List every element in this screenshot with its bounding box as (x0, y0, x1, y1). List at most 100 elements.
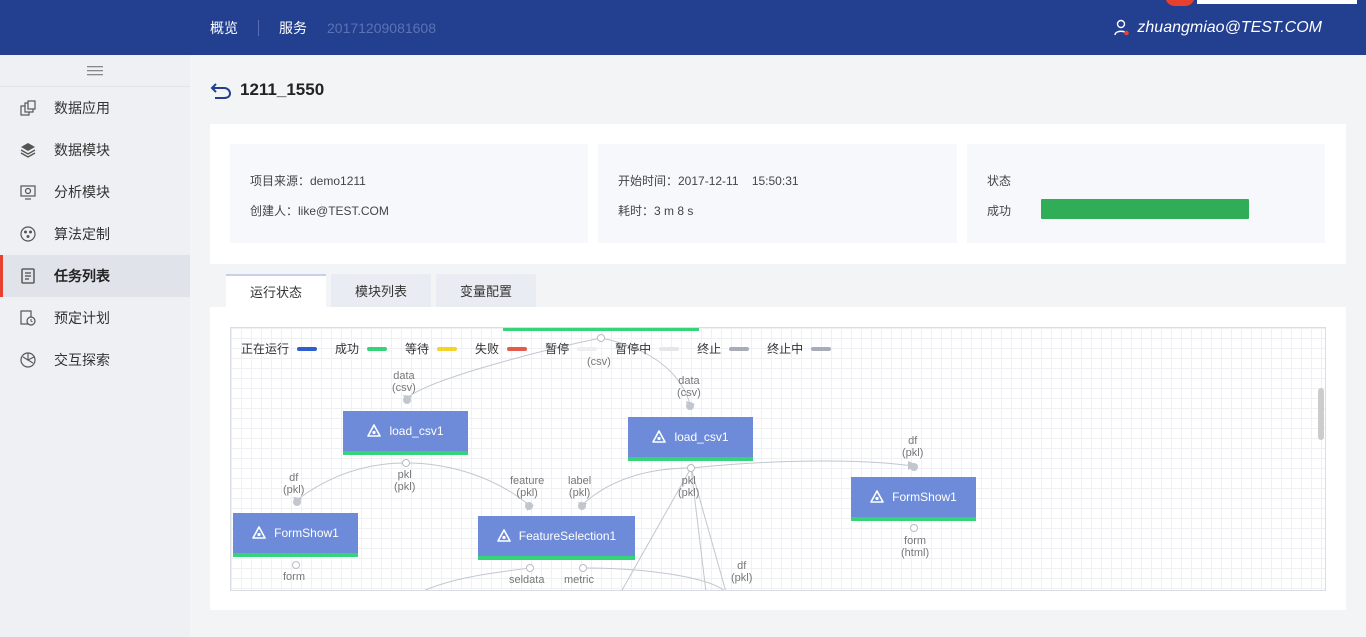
port-label: df (pkl) (283, 472, 305, 496)
task-info-panel: 项目来源：demo1211 创建人：like@TEST.COM 开始时间：201… (210, 124, 1346, 264)
port-csv-top: (csv) (587, 356, 611, 368)
legend-item-paused: 暂停 (545, 340, 598, 357)
tab-variable-config[interactable]: 变量配置 (436, 274, 537, 307)
edge-load1-to-formshow (296, 462, 407, 501)
nav-overview[interactable]: 概览 (210, 18, 238, 38)
port-label: data (csv) (677, 375, 701, 399)
module-icon (367, 424, 382, 437)
module-icon (252, 526, 266, 539)
sidebar-item-label: 数据模块 (54, 142, 110, 158)
breadcrumb-service-id[interactable]: 20171209081608 (327, 20, 436, 36)
legend-swatch (507, 346, 528, 351)
sidebar-item-explore[interactable]: 交互探索 (0, 339, 190, 381)
top-bar: 概览 服务 20171209081608 zhuangmiao@TEST.COM (0, 0, 1366, 55)
node-label: FormShow1 (892, 490, 957, 504)
workflow-canvas[interactable]: 正在运行 成功 等待 失败 暂停 暂停中 终止 终止中 (csv) data (c… (230, 327, 1326, 591)
legend-item-stopped: 终止 (697, 340, 750, 357)
palette-icon (20, 226, 36, 242)
user-menu[interactable]: zhuangmiao@TEST.COM (1113, 0, 1322, 55)
module-icon (870, 490, 884, 503)
legend-item-failed: 失败 (475, 340, 528, 357)
sidebar-item-schedule[interactable]: 预定计划 (0, 297, 190, 339)
workflow-node-feature-selection[interactable]: FeatureSelection1 (478, 516, 635, 560)
port-label: form (283, 571, 305, 583)
node-label: load_csv1 (389, 424, 444, 438)
legend-swatch (729, 346, 750, 351)
page-title: 1211_1550 (240, 80, 325, 99)
workflow-node-load-csv[interactable]: load_csv1 (628, 417, 753, 461)
sidebar-item-algorithm[interactable]: 算法定制 (0, 213, 190, 255)
port-label: pkl (pkl) (678, 475, 700, 499)
port-label: seldata (509, 574, 545, 586)
sidebar-item-label: 预定计划 (54, 310, 110, 326)
sidebar-item-data-module[interactable]: 数据模块 (0, 129, 190, 171)
hamburger-icon (87, 65, 103, 75)
data-app-icon (20, 100, 36, 116)
top-nav: 概览 服务 20171209081608 (210, 0, 436, 55)
page-header: 1211_1550 (210, 78, 324, 102)
user-email: zhuangmiao@TEST.COM (1137, 18, 1322, 36)
time-info-card: 开始时间：2017-12-11 15:50:31 耗时：3 m 8 s (598, 144, 957, 243)
status-label: 状态 (987, 174, 1012, 188)
tab-content: 正在运行 成功 等待 失败 暂停 暂停中 终止 终止中 (csv) data (c… (210, 307, 1346, 610)
schedule-icon (20, 310, 36, 326)
module-icon (652, 430, 667, 443)
sidebar: 数据应用 数据模块 分析模块 算法定制 任务列表 预定计划 交互探索 (0, 55, 190, 637)
task-list-icon (21, 268, 35, 284)
nav-divider (258, 19, 259, 36)
status-card: 状态 成功 (967, 144, 1325, 243)
tab-module-list[interactable]: 模块列表 (331, 274, 432, 307)
canvas-scrollbar[interactable] (1318, 388, 1324, 440)
port-label: feature (pkl) (510, 475, 545, 499)
sidebar-item-data-app[interactable]: 数据应用 (0, 87, 190, 129)
module-icon (496, 529, 511, 542)
sidebar-item-label: 算法定制 (54, 226, 110, 242)
legend-item-stopping: 终止中 (767, 340, 832, 357)
status-legend: 正在运行 成功 等待 失败 暂停 暂停中 终止 终止中 (241, 340, 849, 357)
legend-swatch (437, 346, 458, 351)
project-info-card: 项目来源：demo1211 创建人：like@TEST.COM (230, 144, 588, 243)
port-label: pkl (pkl) (394, 469, 416, 493)
edge-load2-to-label (581, 467, 692, 506)
sidebar-item-label: 任务列表 (54, 268, 110, 284)
status-progress-bar (1041, 199, 1249, 219)
back-arrow-icon[interactable] (210, 80, 232, 100)
explore-icon (20, 352, 36, 368)
status-value: 成功 (987, 204, 1012, 218)
node-label: load_csv1 (674, 430, 729, 444)
workflow-edges (293, 337, 918, 590)
legend-item-running: 正在运行 (241, 340, 318, 357)
port-label: form (html) (901, 535, 930, 559)
analysis-icon (20, 185, 36, 200)
legend-swatch (811, 346, 832, 351)
layers-icon (20, 143, 36, 158)
workflow-node-formshow[interactable]: FormShow1 (233, 513, 358, 557)
legend-item-waiting: 等待 (405, 340, 458, 357)
port-label: df (pkl) (902, 435, 924, 459)
port-label: data (csv) (392, 370, 416, 394)
sidebar-item-label: 交互探索 (54, 352, 110, 368)
tab-bar: 运行状态 模块列表 变量配置 (226, 274, 541, 307)
workflow-node-formshow[interactable]: FormShow1 (851, 477, 976, 521)
sidebar-item-label: 分析模块 (54, 184, 110, 200)
sidebar-item-analysis[interactable]: 分析模块 (0, 171, 190, 213)
sidebar-item-task-list[interactable]: 任务列表 (0, 255, 190, 297)
creator: 创建人：like@TEST.COM (250, 204, 389, 218)
workflow-node-load-csv[interactable]: load_csv1 (343, 411, 468, 455)
legend-swatch (297, 346, 318, 351)
sidebar-item-label: 数据应用 (54, 100, 110, 116)
start-time: 开始时间：2017-12-11 15:50:31 (618, 174, 799, 188)
legend-item-pausing: 暂停中 (615, 340, 680, 357)
legend-swatch (367, 346, 388, 351)
legend-swatch (659, 346, 680, 351)
tab-run-status[interactable]: 运行状态 (226, 274, 327, 307)
port-label: df (pkl) (731, 560, 753, 584)
user-icon (1114, 19, 1130, 35)
edge-load2-to-formshow2 (690, 460, 914, 469)
sidebar-toggle[interactable] (0, 55, 190, 87)
port-label: label (pkl) (568, 475, 592, 499)
nav-service[interactable]: 服务 (279, 18, 307, 38)
project-source: 项目来源：demo1211 (250, 174, 366, 188)
port-label: metric (564, 574, 594, 586)
legend-swatch (577, 346, 598, 351)
